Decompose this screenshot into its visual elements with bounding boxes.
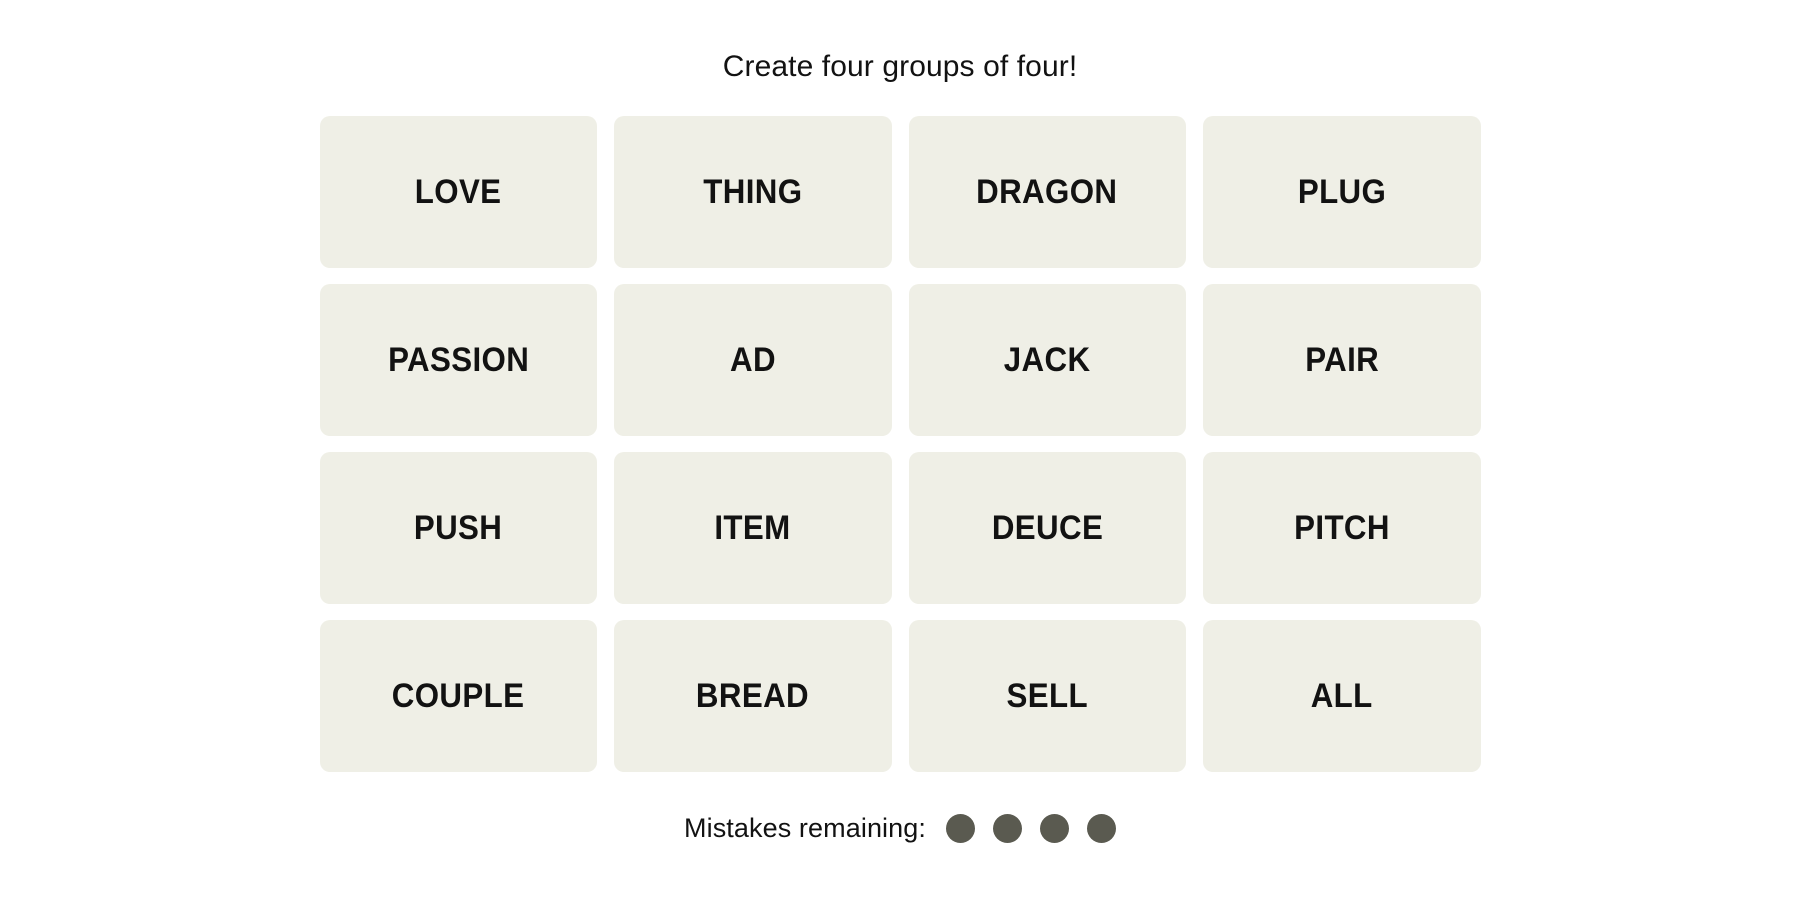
mistakes-dot-group: [946, 814, 1116, 843]
word-tile[interactable]: PAIR: [1203, 284, 1481, 436]
mistake-dot-icon: [1040, 814, 1069, 843]
word-tile[interactable]: DRAGON: [908, 116, 1186, 268]
word-tile[interactable]: ITEM: [614, 452, 892, 604]
mistakes-remaining: Mistakes remaining:: [684, 814, 1116, 843]
word-tile[interactable]: PITCH: [1203, 452, 1481, 604]
word-tile-label: AD: [729, 341, 776, 379]
word-tile-label: PUSH: [414, 509, 503, 547]
word-tile[interactable]: AD: [614, 284, 892, 436]
word-tile-label: PAIR: [1304, 341, 1379, 379]
word-tile[interactable]: PASSION: [319, 284, 597, 436]
word-tile[interactable]: DEUCE: [908, 452, 1186, 604]
connections-game: Create four groups of four! LOVE THING D…: [319, 0, 1481, 843]
word-tile[interactable]: ALL: [1203, 620, 1481, 772]
word-tile-label: THING: [703, 173, 803, 211]
mistake-dot-icon: [993, 814, 1022, 843]
word-tile-label: ITEM: [714, 509, 791, 547]
mistakes-remaining-label: Mistakes remaining:: [684, 813, 926, 843]
page-title: Create four groups of four!: [722, 50, 1078, 83]
mistake-dot-icon: [1087, 814, 1116, 843]
mistake-dot-icon: [946, 814, 975, 843]
word-tile-label: BREAD: [696, 677, 810, 715]
word-tile[interactable]: COUPLE: [319, 620, 597, 772]
word-tile[interactable]: PUSH: [319, 452, 597, 604]
word-tile[interactable]: THING: [614, 116, 892, 268]
word-tile-label: ALL: [1310, 677, 1373, 715]
word-tile[interactable]: SELL: [908, 620, 1186, 772]
word-tile-label: PASSION: [387, 341, 529, 379]
word-tile-label: DRAGON: [976, 173, 1118, 211]
word-tile-label: PLUG: [1297, 173, 1386, 211]
word-tile-label: DEUCE: [991, 509, 1103, 547]
word-tile[interactable]: PLUG: [1203, 116, 1481, 268]
word-tile[interactable]: JACK: [908, 284, 1186, 436]
word-tile-label: PITCH: [1293, 509, 1390, 547]
word-tile[interactable]: LOVE: [319, 116, 597, 268]
word-tile-grid: LOVE THING DRAGON PLUG PASSION AD JACK P…: [319, 116, 1481, 772]
word-tile[interactable]: BREAD: [614, 620, 892, 772]
word-tile-label: LOVE: [414, 173, 502, 211]
word-tile-label: COUPLE: [391, 677, 525, 715]
word-tile-label: JACK: [1003, 341, 1091, 379]
word-tile-label: SELL: [1006, 677, 1088, 715]
